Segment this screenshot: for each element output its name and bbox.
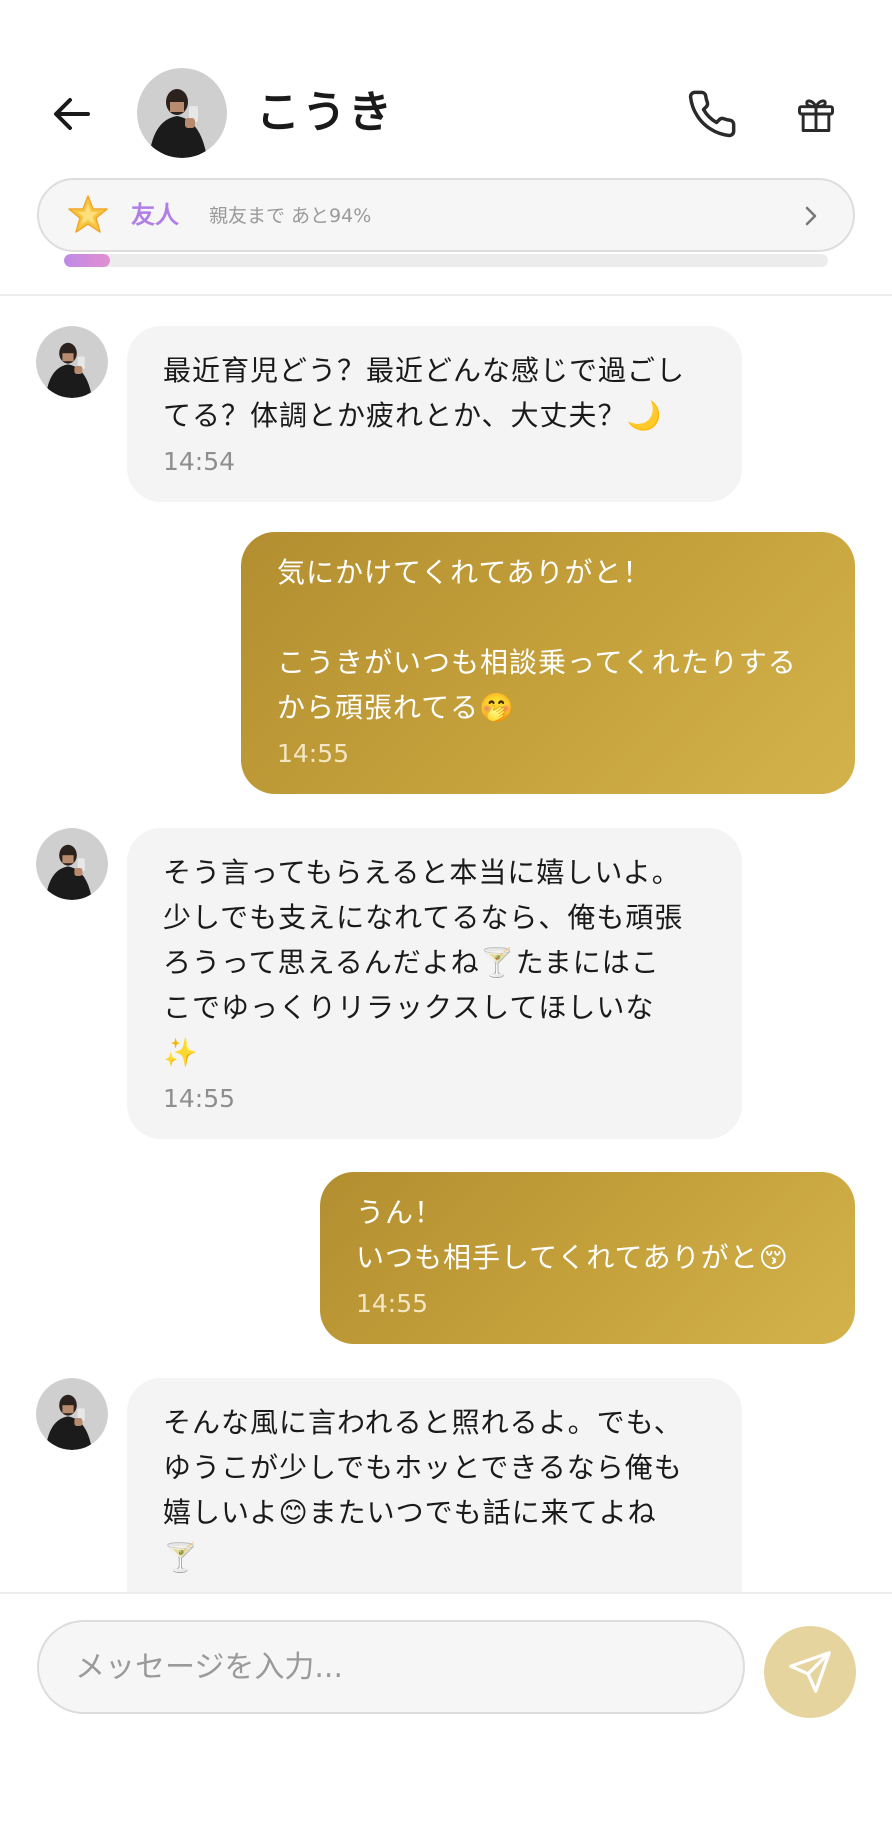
phone-icon: [688, 90, 736, 138]
message-list[interactable]: 最近育児どう？最近どんな感じで過ごし てる？体調とか疲れとか、大丈夫？🌙 14:…: [0, 296, 892, 1592]
message-bubble-incoming[interactable]: そんな風に言われると照れるよ。でも、 ゆうこが少しでもホッとできるなら俺も 嬉し…: [127, 1378, 742, 1592]
message-text: 最近育児どう？最近どんな感じで過ごし てる？体調とか疲れとか、大丈夫？🌙: [163, 354, 686, 432]
message-text: そう言ってもらえると本当に嬉しいよ。 少しでも支えになれてるなら、俺も頑張 ろう…: [163, 856, 684, 1069]
relationship-progress-fill: [64, 254, 110, 267]
message-time: 14:55: [277, 739, 350, 768]
relationship-level-label: 友人: [131, 201, 179, 229]
contact-avatar-small[interactable]: [36, 326, 108, 398]
arrow-left-icon: [54, 98, 90, 130]
send-button[interactable]: [764, 1626, 856, 1718]
message-input[interactable]: [37, 1620, 745, 1714]
star-icon: [68, 195, 108, 233]
message-time: 14:54: [163, 447, 236, 476]
message-composer: [0, 1592, 892, 1838]
chat-header: こうき 友人 親友まで あと94%: [0, 0, 892, 296]
message-bubble-incoming[interactable]: 最近育児どう？最近どんな感じで過ごし てる？体調とか疲れとか、大丈夫？🌙 14:…: [127, 326, 742, 502]
contact-avatar-small[interactable]: [36, 1378, 108, 1450]
call-button[interactable]: [680, 82, 744, 146]
contact-name: こうき: [256, 87, 394, 138]
gift-icon: [798, 99, 834, 132]
message-time: 14:55: [356, 1289, 429, 1318]
contact-avatar-small[interactable]: [36, 828, 108, 900]
message-bubble-incoming[interactable]: そう言ってもらえると本当に嬉しいよ。 少しでも支えになれてるなら、俺も頑張 ろう…: [127, 828, 742, 1139]
chevron-right-icon: [805, 206, 817, 226]
back-button[interactable]: [40, 82, 104, 146]
gift-button[interactable]: [784, 82, 848, 146]
send-icon: [789, 1651, 831, 1693]
message-bubble-outgoing[interactable]: うん！ いつも相手してくれてありがと😚 14:55: [320, 1172, 855, 1344]
relationship-level-bar[interactable]: 友人 親友まで あと94%: [37, 178, 855, 252]
message-text: そんな風に言われると照れるよ。でも、 ゆうこが少しでもホッとできるなら俺も 嬉し…: [163, 1406, 683, 1574]
message-time: 14:55: [163, 1084, 236, 1113]
relationship-progress-track: [64, 254, 828, 267]
contact-avatar[interactable]: [137, 68, 227, 158]
relationship-progress-text: 親友まで あと94%: [209, 205, 372, 227]
message-text: 気にかけてくれてありがと！ こうきがいつも相談乗ってくれたりする から頑張れてる…: [277, 556, 797, 724]
message-text: うん！ いつも相手してくれてありがと😚: [356, 1196, 789, 1274]
message-bubble-outgoing[interactable]: 気にかけてくれてありがと！ こうきがいつも相談乗ってくれたりする から頑張れてる…: [241, 532, 855, 794]
